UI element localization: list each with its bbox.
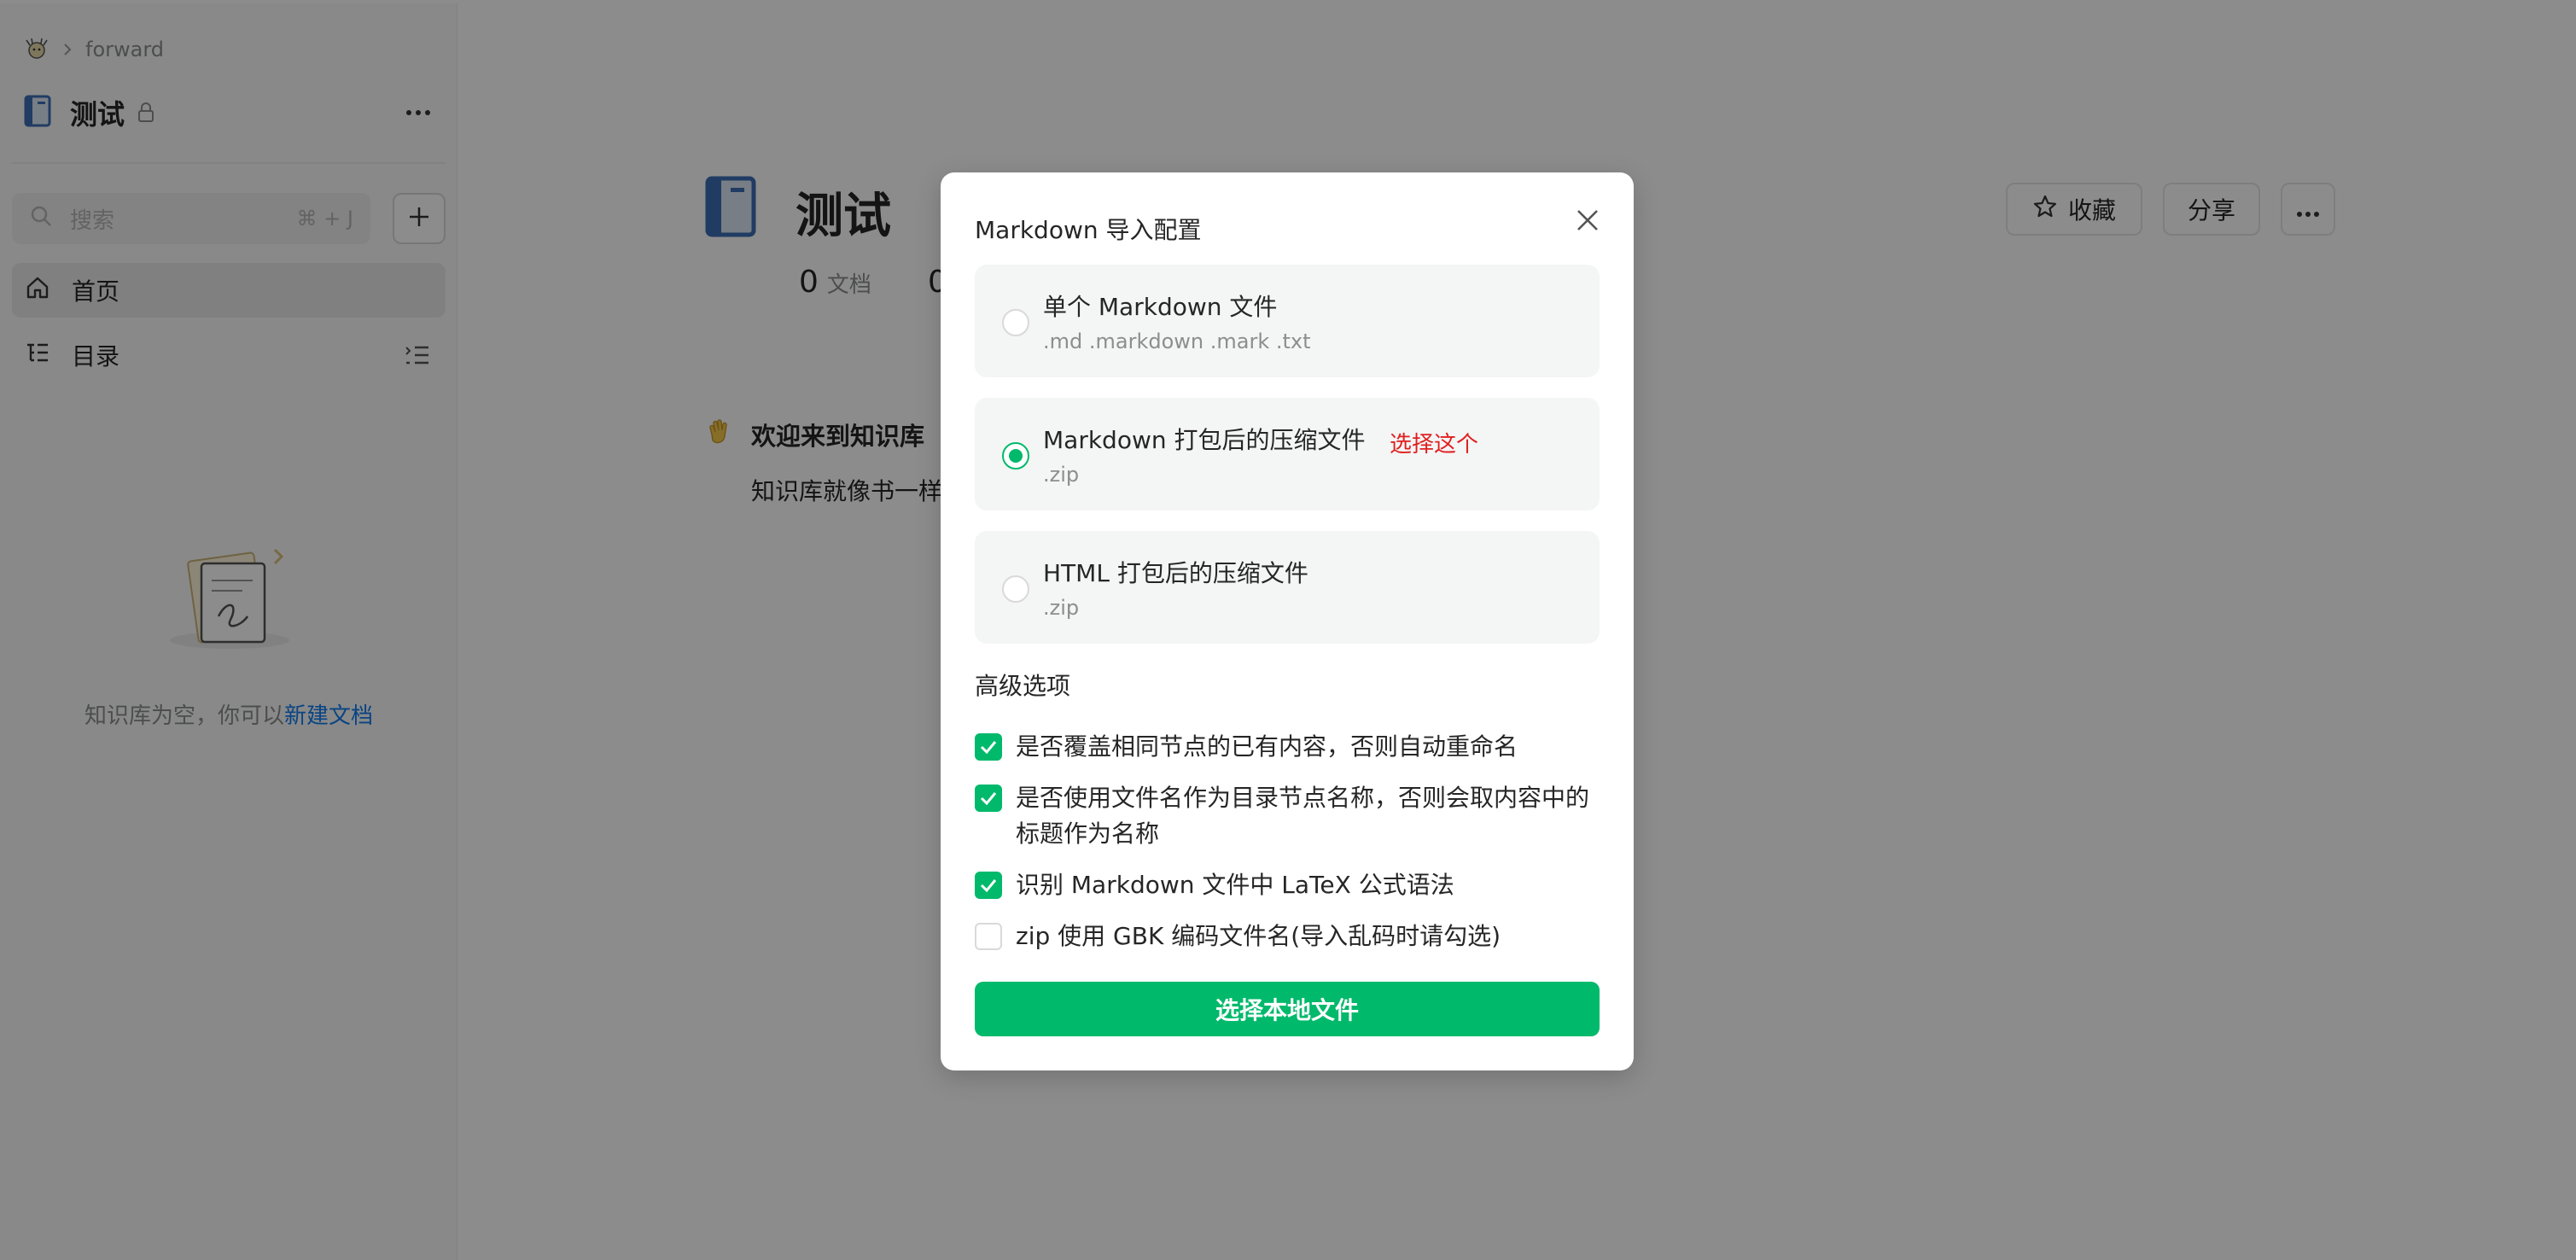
checkbox-filename-as-title[interactable] bbox=[975, 785, 1002, 812]
radio-html-zip[interactable] bbox=[1002, 575, 1029, 603]
option-extensions: .zip bbox=[1043, 596, 1080, 620]
option-title: 单个 Markdown 文件 bbox=[1043, 293, 1278, 321]
app-window: forward 测试 搜索 ⌘ + J 首页 目录 知识库为空，你可以新建文档 … bbox=[0, 0, 2576, 1260]
checkbox-label: 是否覆盖相同节点的已有内容，否则自动重命名 bbox=[1016, 732, 1518, 761]
option-html-zip[interactable]: HTML 打包后的压缩文件 .zip bbox=[975, 531, 1600, 644]
checkbox-gbk[interactable] bbox=[975, 923, 1002, 950]
option-title: HTML 打包后的压缩文件 bbox=[1043, 559, 1308, 587]
checkbox-label: 识别 Markdown 文件中 LaTeX 公式语法 bbox=[1016, 871, 1454, 899]
advanced-option-overwrite[interactable]: 是否覆盖相同节点的已有内容，否则自动重命名 bbox=[975, 729, 1600, 765]
select-local-file-button[interactable]: 选择本地文件 bbox=[975, 982, 1600, 1036]
option-extensions: .zip bbox=[1043, 463, 1080, 487]
close-icon[interactable] bbox=[1572, 205, 1603, 236]
radio-single-markdown[interactable] bbox=[1002, 309, 1029, 336]
option-single-markdown[interactable]: 单个 Markdown 文件 .md .markdown .mark .txt bbox=[975, 265, 1600, 377]
radio-markdown-zip[interactable] bbox=[1002, 442, 1029, 470]
advanced-option-filename-as-title[interactable]: 是否使用文件名作为目录节点名称，否则会取内容中的标题作为名称 bbox=[975, 780, 1600, 852]
import-config-dialog: Markdown 导入配置 单个 Markdown 文件 .md .markdo… bbox=[941, 172, 1634, 1070]
advanced-option-latex[interactable]: 识别 Markdown 文件中 LaTeX 公式语法 bbox=[975, 867, 1600, 903]
option-extensions: .md .markdown .mark .txt bbox=[1043, 330, 1311, 353]
option-markdown-zip[interactable]: Markdown 打包后的压缩文件 .zip 选择这个 bbox=[975, 398, 1600, 510]
checkbox-overwrite[interactable] bbox=[975, 733, 1002, 761]
advanced-option-gbk[interactable]: zip 使用 GBK 编码文件名(导入乱码时请勾选) bbox=[975, 919, 1600, 954]
dialog-title: Markdown 导入配置 bbox=[975, 216, 1202, 244]
advanced-options-title: 高级选项 bbox=[975, 672, 1071, 700]
option-annotation: 选择这个 bbox=[1390, 432, 1479, 458]
checkbox-label: 是否使用文件名作为目录节点名称，否则会取内容中的标题作为名称 bbox=[1016, 784, 1590, 848]
option-title: Markdown 打包后的压缩文件 bbox=[1043, 426, 1366, 454]
checkbox-label: zip 使用 GBK 编码文件名(导入乱码时请勾选) bbox=[1016, 922, 1501, 950]
checkbox-latex[interactable] bbox=[975, 872, 1002, 899]
